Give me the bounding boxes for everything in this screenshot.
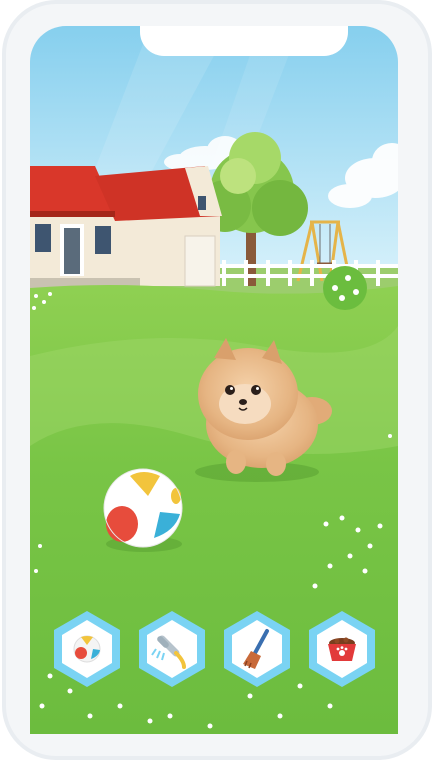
ball-icon: [73, 635, 100, 663]
clean-broom-button[interactable]: [217, 609, 297, 689]
phone-notch: [140, 26, 348, 56]
play-ball-button[interactable]: [47, 609, 127, 689]
house: [30, 166, 222, 288]
feed-bowl-button[interactable]: [302, 609, 382, 689]
flower-bush: [323, 266, 367, 310]
beach-ball-toy: [103, 468, 183, 552]
game-screen: [30, 26, 398, 734]
action-bar: [30, 604, 398, 694]
wash-shower-button[interactable]: [132, 609, 212, 689]
food-bowl-icon: [327, 637, 356, 661]
